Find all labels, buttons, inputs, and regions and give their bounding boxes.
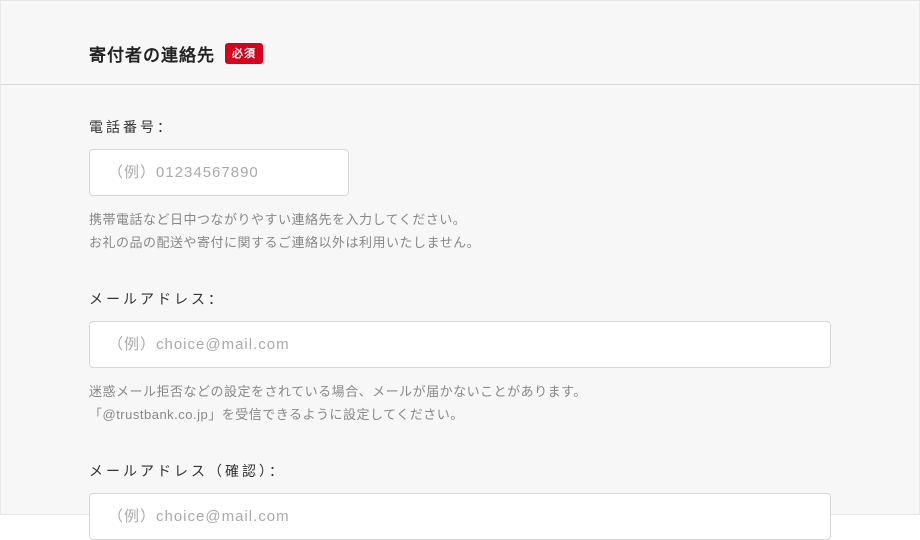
email-help-line-2: 「@trustbank.co.jp」を受信できるように設定してください。 bbox=[89, 403, 831, 426]
section-title: 寄付者の連絡先 bbox=[89, 41, 215, 66]
phone-help-line-2: お礼の品の配送や寄付に関するご連絡以外は利用いたしません。 bbox=[89, 231, 831, 254]
email-label: メールアドレス： bbox=[89, 289, 831, 309]
phone-field-group: 電話番号： 携帯電話など日中つながりやすい連絡先を入力してください。 お礼の品の… bbox=[89, 117, 831, 255]
donor-contact-section: 寄付者の連絡先 必須 電話番号： 携帯電話など日中つながりやすい連絡先を入力して… bbox=[0, 0, 920, 515]
email-field-group: メールアドレス： 迷惑メール拒否などの設定をされている場合、メールが届かないこと… bbox=[89, 289, 831, 427]
section-header: 寄付者の連絡先 必須 bbox=[1, 1, 919, 85]
email-confirm-field-group: メールアドレス（確認）： bbox=[89, 461, 831, 540]
email-help-text: 迷惑メール拒否などの設定をされている場合、メールが届かないことがあります。 「@… bbox=[89, 380, 831, 427]
phone-help-text: 携帯電話など日中つながりやすい連絡先を入力してください。 お礼の品の配送や寄付に… bbox=[89, 208, 831, 255]
phone-label: 電話番号： bbox=[89, 117, 831, 137]
email-input[interactable] bbox=[89, 321, 831, 368]
section-title-wrap: 寄付者の連絡先 必須 bbox=[89, 41, 831, 66]
email-confirm-input[interactable] bbox=[89, 493, 831, 540]
required-badge: 必須 bbox=[225, 43, 263, 64]
form-body: 電話番号： 携帯電話など日中つながりやすい連絡先を入力してください。 お礼の品の… bbox=[1, 85, 919, 540]
phone-help-line-1: 携帯電話など日中つながりやすい連絡先を入力してください。 bbox=[89, 208, 831, 231]
email-confirm-label: メールアドレス（確認）： bbox=[89, 461, 831, 481]
email-help-line-1: 迷惑メール拒否などの設定をされている場合、メールが届かないことがあります。 bbox=[89, 380, 831, 403]
phone-input[interactable] bbox=[89, 149, 349, 196]
